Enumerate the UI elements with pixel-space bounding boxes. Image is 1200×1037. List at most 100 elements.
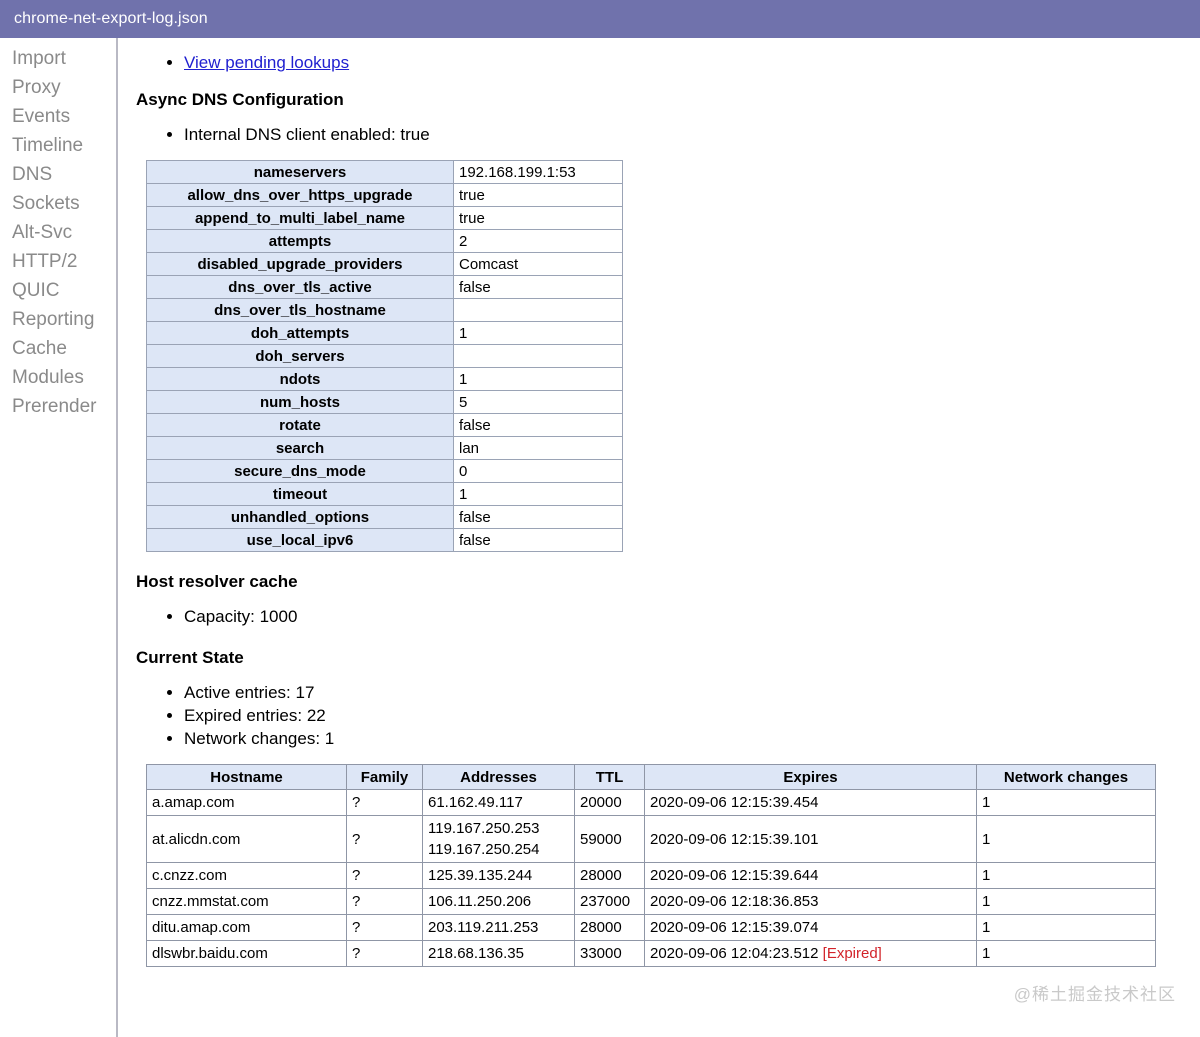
config-value: 192.168.199.1:53 [453,160,623,184]
config-value: lan [453,436,623,460]
cell-hostname: cnzz.mmstat.com [146,888,347,915]
list-item: Expired entries: 22 [184,705,1200,727]
cell-family: ? [346,862,423,889]
sidebar-item-proxy[interactable]: Proxy [0,73,116,102]
table-row: timeout 1 [146,482,623,506]
cell-expires: 2020-09-06 12:18:36.853 [644,888,977,915]
sidebar-item-label: Timeline [12,135,84,156]
sidebar-item-alt-svc[interactable]: Alt-Svc [0,218,116,247]
config-key: timeout [146,482,454,506]
sidebar-item-events[interactable]: Events [0,102,116,131]
config-key: secure_dns_mode [146,459,454,483]
host-resolver-cache-heading: Host resolver cache [136,572,298,591]
config-value: true [453,183,623,207]
sidebar-item-label: Proxy [12,77,61,98]
config-value: Comcast [453,252,623,276]
sidebar-item-reporting[interactable]: Reporting [0,305,116,334]
table-row: dns_over_tls_hostname [146,298,623,322]
list-item: Active entries: 17 [184,682,1200,704]
config-key: doh_servers [146,344,454,368]
expires-timestamp: 2020-09-06 12:15:39.644 [650,867,819,884]
async-dns-config-table: nameservers 192.168.199.1:53 allow_dns_ove… [146,160,623,552]
config-key: nameservers [146,160,454,184]
column-header-family[interactable]: Family [346,764,423,790]
cell-network-changes: 1 [976,815,1156,863]
cell-network-changes: 1 [976,888,1156,915]
table-row: c.cnzz.com? 125.39.135.244 28000 2020-09-06… [146,862,1156,889]
table-row: ndots 1 [146,367,623,391]
expired-badge: [Expired] [822,945,882,962]
sidebar-item-label: Import [12,48,66,69]
table-row: attempts 2 [146,229,623,253]
expires-timestamp: 2020-09-06 12:04:23.512 [650,945,819,962]
cell-hostname: a.amap.com [146,789,347,816]
current-state-heading: Current State [136,648,244,667]
config-key: use_local_ipv6 [146,528,454,552]
table-row: search lan [146,436,623,460]
config-value: 1 [453,367,623,391]
cell-hostname: at.alicdn.com [146,815,347,863]
list-item: Capacity: 1000 [184,606,1200,628]
sidebar-item-label: Reporting [12,309,95,330]
config-key: dns_over_tls_hostname [146,298,454,322]
cell-addresses: 218.68.136.35 [422,940,575,967]
cell-addresses: 125.39.135.244 [422,862,575,889]
cell-network-changes: 1 [976,862,1156,889]
table-row: cnzz.mmstat.com? 106.11.250.206 237000 2020… [146,888,1156,915]
config-key: search [146,436,454,460]
config-value: false [453,413,623,437]
cell-addresses: 119.167.250.253 119.167.250.254 [422,815,575,863]
cell-expires: 2020-09-06 12:15:39.644 [644,862,977,889]
list-item: Internal DNS client enabled: true [184,124,1200,146]
expires-timestamp: 2020-09-06 12:15:39.454 [650,794,819,811]
table-row: allow_dns_over_https_upgrade true [146,183,623,207]
cell-family: ? [346,815,423,863]
cell-family: ? [346,914,423,941]
top-link-list: View pending lookups [132,52,1200,74]
config-value: false [453,528,623,552]
column-header-ttl[interactable]: TTL [574,764,645,790]
cell-ttl: 28000 [574,914,645,941]
list-item: Network changes: 1 [184,728,1200,750]
table-row: a.amap.com? 61.162.49.117 20000 2020-09-06 … [146,789,1156,816]
sidebar-item-modules[interactable]: Modules [0,363,116,392]
table-row: append_to_multi_label_name true [146,206,623,230]
column-header-network-changes[interactable]: Network changes [976,764,1156,790]
sidebar-item-label: Sockets [12,193,80,214]
cell-family: ? [346,888,423,915]
config-key: ndots [146,367,454,391]
sidebar-item-prerender[interactable]: Prerender [0,392,116,421]
table-row: dns_over_tls_active false [146,275,623,299]
sidebar-item-sockets[interactable]: Sockets [0,189,116,218]
sidebar-item-label: Events [12,106,71,127]
sidebar-item-dns[interactable]: DNS [0,160,116,189]
sidebar-item-label: Cache [12,338,67,359]
config-value: false [453,275,623,299]
column-header-hostname[interactable]: Hostname [146,764,347,790]
expires-timestamp: 2020-09-06 12:15:39.101 [650,830,819,848]
column-header-addresses[interactable]: Addresses [422,764,575,790]
cell-ttl: 59000 [574,815,645,863]
cell-hostname: c.cnzz.com [146,862,347,889]
config-key: dns_over_tls_active [146,275,454,299]
sidebar-item-import[interactable]: Import [0,44,116,73]
config-key: rotate [146,413,454,437]
cell-network-changes: 1 [976,789,1156,816]
view-pending-lookups-link[interactable]: View pending lookups [184,53,349,72]
column-header-expires[interactable]: Expires [644,764,977,790]
sidebar-item-http-2[interactable]: HTTP/2 [0,247,116,276]
cell-addresses: 106.11.250.206 [422,888,575,915]
sidebar-item-cache[interactable]: Cache [0,334,116,363]
sidebar-item-label: QUIC [12,280,60,301]
net-internals-window: chrome-net-export-log.json Import Proxy Ev… [0,0,1200,1037]
table-row: nameservers 192.168.199.1:53 [146,160,623,184]
cell-addresses: 61.162.49.117 [422,789,575,816]
async-dns-heading: Async DNS Configuration [136,90,344,109]
config-value: 5 [453,390,623,414]
async-dns-bullets: Internal DNS client enabled: true [132,124,1200,146]
sidebar-item-quic[interactable]: QUIC [0,276,116,305]
table-row: secure_dns_mode 0 [146,459,623,483]
config-key: disabled_upgrade_providers [146,252,454,276]
list-item: View pending lookups [184,52,1200,74]
sidebar-item-timeline[interactable]: Timeline [0,131,116,160]
